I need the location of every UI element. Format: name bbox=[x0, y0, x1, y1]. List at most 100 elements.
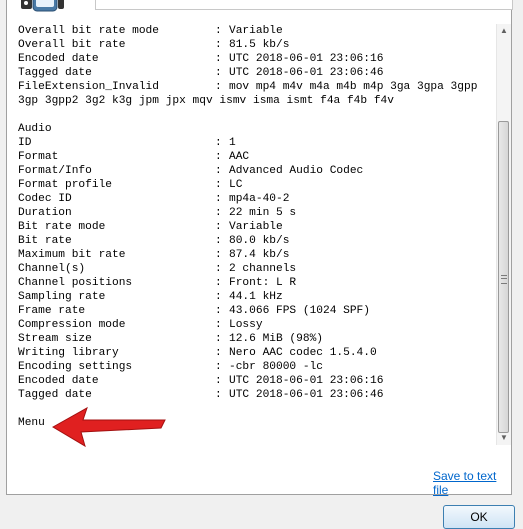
info-key: Bit rate mode bbox=[18, 221, 106, 233]
info-line: Encoding settings: -cbr 80000 -lc bbox=[18, 360, 496, 374]
info-separator: : bbox=[215, 67, 222, 79]
info-key: Overall bit rate mode bbox=[18, 25, 159, 37]
info-text-line: 3gp 3gpp2 3g2 k3g jpm jpx mqv ismv isma … bbox=[18, 95, 394, 107]
info-text-line: Audio bbox=[18, 123, 52, 135]
info-value: mp4a-40-2 bbox=[229, 193, 290, 205]
info-separator: : bbox=[215, 137, 222, 149]
info-key: Format profile bbox=[18, 179, 112, 191]
info-separator: : bbox=[215, 53, 222, 65]
info-line: Overall bit rate mode: Variable bbox=[18, 24, 496, 38]
info-separator: : bbox=[215, 221, 222, 233]
info-value: 2 channels bbox=[229, 263, 297, 275]
info-key: Codec ID bbox=[18, 193, 72, 205]
info-line: Maximum bit rate:87.4 kb/s bbox=[18, 248, 496, 262]
info-key: Encoded date bbox=[18, 53, 99, 65]
info-text-line: Menu bbox=[18, 417, 45, 429]
info-key: Bit rate bbox=[18, 235, 72, 247]
info-line: Compression mode: Lossy bbox=[18, 318, 496, 332]
info-key: Maximum bit rate bbox=[18, 249, 126, 261]
info-key: Encoding settings bbox=[18, 361, 133, 373]
info-separator: : bbox=[215, 207, 222, 219]
info-line: Sampling rate:44.1 kHz bbox=[18, 290, 496, 304]
grip-icon bbox=[501, 275, 507, 284]
info-value: -cbr 80000 -lc bbox=[229, 361, 323, 373]
info-separator: : bbox=[215, 277, 222, 289]
info-separator: : bbox=[215, 179, 222, 191]
info-separator: : bbox=[215, 249, 222, 261]
info-separator: : bbox=[215, 81, 222, 93]
info-line: Tagged date: UTC 2018-06-01 23:06:46 bbox=[18, 66, 496, 80]
info-value: mov mp4 m4v m4a m4b m4p 3ga 3gpa 3gpp bbox=[229, 81, 478, 93]
scrollbar-thumb[interactable] bbox=[498, 121, 509, 433]
info-line: Stream size:12.6 MiB (98%) bbox=[18, 332, 496, 346]
info-separator: : bbox=[215, 151, 222, 163]
info-value: Lossy bbox=[229, 319, 263, 331]
info-line: Bit rate:80.0 kb/s bbox=[18, 234, 496, 248]
info-separator: : bbox=[215, 25, 222, 37]
info-value: 1 bbox=[229, 137, 236, 149]
info-key: Channel(s) bbox=[18, 263, 86, 275]
save-to-text-file-link[interactable]: Save to text file bbox=[433, 469, 511, 497]
info-panel: Overall bit rate mode: Variable Overall bi… bbox=[6, 0, 513, 497]
info-separator: : bbox=[215, 305, 222, 317]
info-line: ID:1 bbox=[18, 136, 496, 150]
info-line: Format: AAC bbox=[18, 150, 496, 164]
info-key: Channel positions bbox=[18, 277, 133, 289]
info-key: Encoded date bbox=[18, 375, 99, 387]
info-value: Front: L R bbox=[229, 277, 297, 289]
info-line: Codec ID: mp4a-40-2 bbox=[18, 192, 496, 206]
info-key: Duration bbox=[18, 207, 72, 219]
info-key: Format bbox=[18, 151, 59, 163]
ok-button[interactable]: OK bbox=[443, 505, 515, 529]
info-line: Channel(s):2 channels bbox=[18, 262, 496, 276]
info-key: Compression mode bbox=[18, 319, 126, 331]
info-value: 44.1 kHz bbox=[229, 291, 283, 303]
info-separator: : bbox=[215, 319, 222, 331]
info-value: 87.4 kb/s bbox=[229, 249, 290, 261]
info-line: Encoded date: UTC 2018-06-01 23:06:16 bbox=[18, 374, 496, 388]
info-line bbox=[18, 108, 496, 122]
info-value: 43.066 FPS (1024 SPF) bbox=[229, 305, 370, 317]
info-key: Writing library bbox=[18, 347, 119, 359]
info-line: Writing library: Nero AAC codec 1.5.4.0 bbox=[18, 346, 496, 360]
info-separator: : bbox=[215, 361, 222, 373]
info-separator: : bbox=[215, 291, 222, 303]
info-key: Sampling rate bbox=[18, 291, 106, 303]
info-value: AAC bbox=[229, 151, 250, 163]
info-line: Channel positions: Front: L R bbox=[18, 276, 496, 290]
info-line: Overall bit rate:81.5 kb/s bbox=[18, 38, 496, 52]
info-separator: : bbox=[215, 375, 222, 387]
info-key: Format/Info bbox=[18, 165, 92, 177]
info-key: FileExtension_Invalid bbox=[18, 81, 159, 93]
info-key: Tagged date bbox=[18, 67, 92, 79]
info-line: Bit rate mode: Variable bbox=[18, 220, 496, 234]
info-line: Audio bbox=[18, 122, 496, 136]
vertical-scrollbar[interactable]: ▲ ▼ bbox=[496, 24, 511, 445]
info-value: 81.5 kb/s bbox=[229, 39, 290, 51]
info-separator: : bbox=[215, 39, 222, 51]
info-value: 12.6 MiB (98%) bbox=[229, 333, 323, 345]
scroll-up-icon[interactable]: ▲ bbox=[497, 24, 511, 38]
info-line: Format/Info: Advanced Audio Codec bbox=[18, 164, 496, 178]
info-separator: : bbox=[215, 333, 222, 345]
info-value: UTC 2018-06-01 23:06:46 bbox=[229, 67, 384, 79]
info-value: UTC 2018-06-01 23:06:16 bbox=[229, 375, 384, 387]
info-separator: : bbox=[215, 165, 222, 177]
red-arrow-annotation-icon bbox=[51, 406, 166, 448]
info-key: Overall bit rate bbox=[18, 39, 126, 51]
info-line: 3gp 3gpp2 3g2 k3g jpm jpx mqv ismv isma … bbox=[18, 94, 496, 108]
info-separator: : bbox=[215, 389, 222, 401]
info-key: Stream size bbox=[18, 333, 92, 345]
info-value: 22 min 5 s bbox=[229, 207, 297, 219]
info-line: Encoded date: UTC 2018-06-01 23:06:16 bbox=[18, 52, 496, 66]
info-value: 80.0 kb/s bbox=[229, 235, 290, 247]
info-line: Duration:22 min 5 s bbox=[18, 206, 496, 220]
info-separator: : bbox=[215, 235, 222, 247]
info-value: Variable bbox=[229, 25, 283, 37]
scroll-down-icon[interactable]: ▼ bbox=[497, 431, 511, 445]
info-value: Advanced Audio Codec bbox=[229, 165, 364, 177]
info-line: Tagged date: UTC 2018-06-01 23:06:46 bbox=[18, 388, 496, 402]
info-key: ID bbox=[18, 137, 32, 149]
info-separator: : bbox=[215, 193, 222, 205]
info-value: UTC 2018-06-01 23:06:16 bbox=[229, 53, 384, 65]
